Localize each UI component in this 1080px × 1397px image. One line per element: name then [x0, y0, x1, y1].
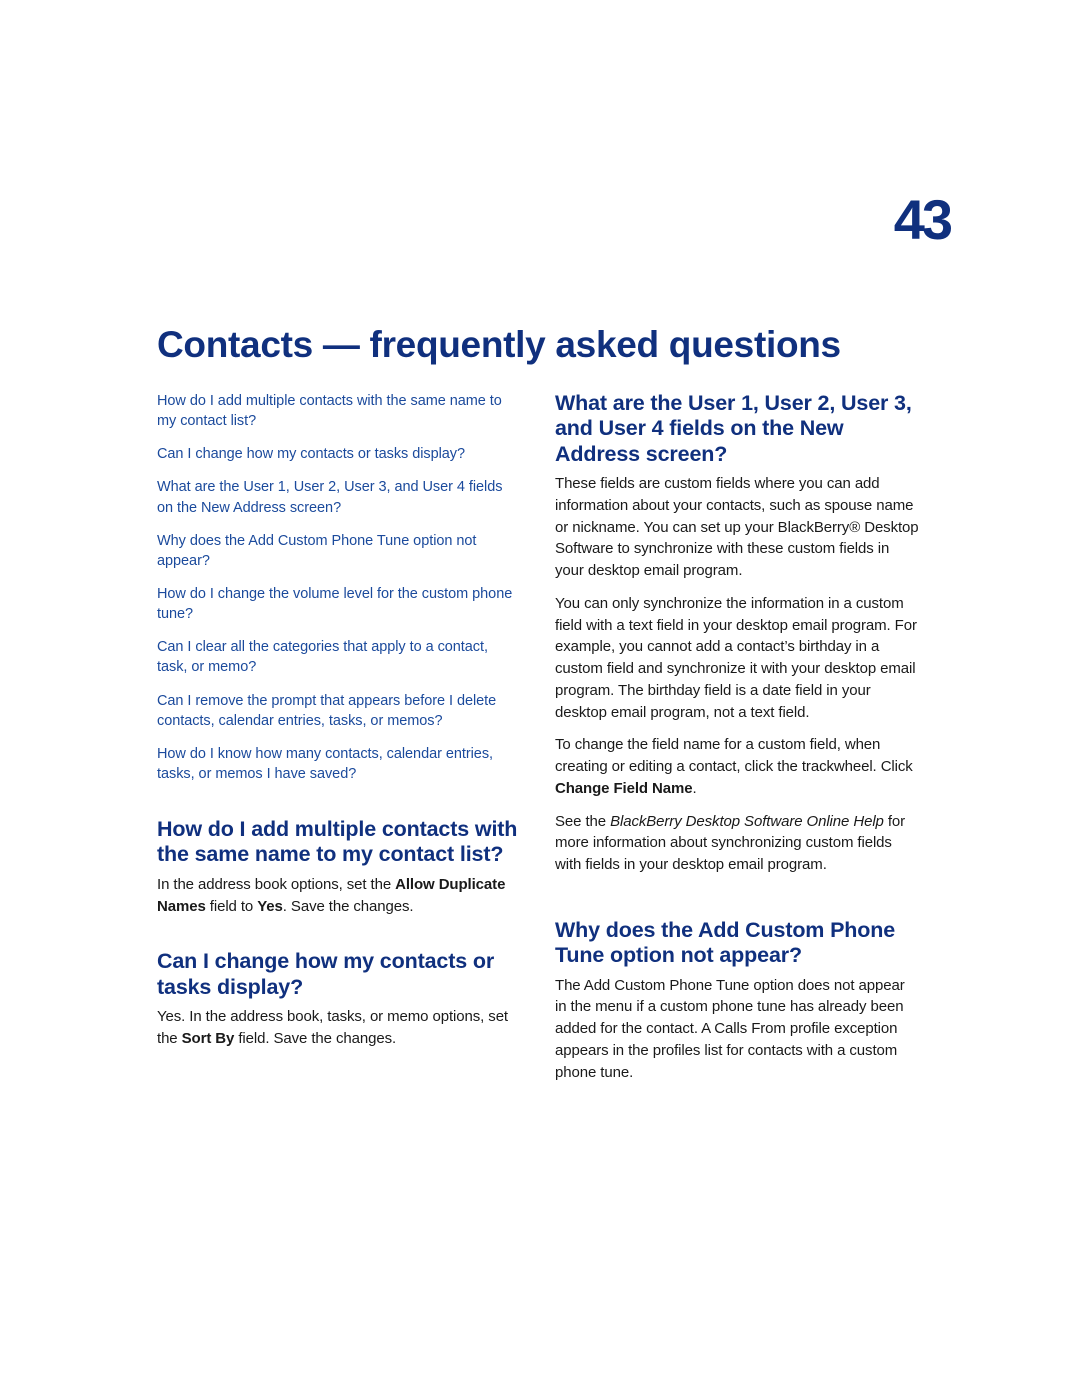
body-paragraph: Yes. In the address book, tasks, or memo…: [157, 1006, 522, 1050]
text-run: field to: [205, 897, 258, 915]
body-paragraph: You can only synchronize the information…: [555, 593, 920, 724]
page-number: 43: [893, 188, 953, 251]
toc-link[interactable]: Can I clear all the categories that appl…: [157, 637, 522, 677]
text-run: The Add Custom Phone Tune option does no…: [555, 976, 905, 1081]
toc-link[interactable]: Can I change how my contacts or tasks di…: [157, 444, 522, 464]
text-run: To change the field name for a custom fi…: [555, 736, 913, 776]
toc-link[interactable]: How do I add multiple contacts with the …: [157, 391, 522, 431]
section-heading: Can I change how my contacts or tasks di…: [157, 949, 495, 999]
text-run: field. Save the changes.: [234, 1029, 397, 1047]
section-heading: What are the User 1, User 2, User 3, and…: [555, 391, 912, 466]
text-run: In the address book options, set the: [157, 875, 396, 893]
toc-link[interactable]: How do I change the volume level for the…: [157, 584, 522, 624]
toc-link[interactable]: What are the User 1, User 2, User 3, and…: [157, 477, 522, 517]
two-column-body: How do I add multiple contacts with the …: [157, 391, 927, 1083]
left-column-sections: How do I add multiple contacts with the …: [157, 817, 522, 1049]
document-page: 43 Contacts — frequently asked questions…: [0, 0, 1080, 1397]
section-heading: How do I add multiple contacts with the …: [157, 817, 518, 867]
text-run: . Save the changes.: [282, 897, 414, 915]
left-column: How do I add multiple contacts with the …: [157, 391, 522, 1050]
text-run: You can only synchronize the information…: [555, 594, 917, 721]
toc-link[interactable]: How do I know how many contacts, calenda…: [157, 744, 522, 784]
text-run: .: [692, 779, 697, 797]
text-run: See the: [555, 812, 611, 830]
faq-toc-list: How do I add multiple contacts with the …: [157, 391, 522, 784]
text-run: These fields are custom fields where you…: [555, 475, 919, 580]
body-paragraph: To change the field name for a custom fi…: [555, 734, 920, 799]
body-paragraph: In the address book options, set the All…: [157, 874, 522, 918]
body-paragraph: The Add Custom Phone Tune option does no…: [555, 975, 920, 1084]
bold-text-run: Yes: [257, 897, 283, 915]
section-heading: Why does the Add Custom Phone Tune optio…: [555, 917, 896, 968]
right-column: What are the User 1, User 2, User 3, and…: [555, 391, 920, 1083]
right-column-sections: What are the User 1, User 2, User 3, and…: [555, 391, 920, 1083]
bold-text-run: Sort By: [181, 1029, 235, 1047]
toc-link[interactable]: Can I remove the prompt that appears bef…: [157, 691, 522, 731]
bold-text-run: Change Field Name: [555, 779, 693, 797]
italic-text-run: BlackBerry Desktop Software Online Help: [610, 812, 884, 830]
page-title: Contacts — frequently asked questions: [157, 323, 841, 365]
body-paragraph: See the BlackBerry Desktop Software Onli…: [555, 811, 920, 876]
body-paragraph: These fields are custom fields where you…: [555, 473, 920, 582]
toc-link[interactable]: Why does the Add Custom Phone Tune optio…: [157, 531, 522, 571]
